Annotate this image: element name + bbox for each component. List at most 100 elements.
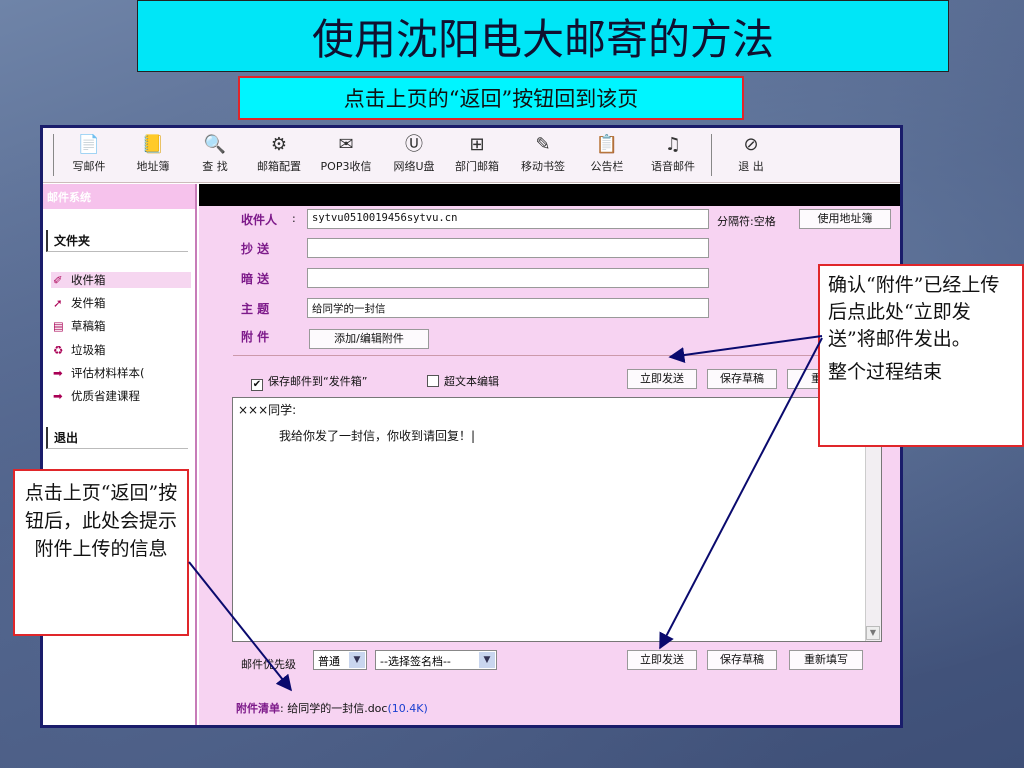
toolbar-pop3[interactable]: ✉ POP3收信 (315, 132, 377, 180)
toolbar-bulletin[interactable]: 📋 公告栏 (585, 132, 629, 180)
toolbar-label: 语音邮件 (651, 160, 695, 173)
attachment-list-label: 附件清单 (236, 702, 280, 715)
bookmark-icon: ✎ (535, 134, 551, 155)
subject-field[interactable]: 给同学的一封信 (307, 298, 709, 318)
send-now-button-top[interactable]: 立即发送 (627, 369, 697, 389)
sidebar-item-inbox[interactable]: ✐ 收件箱 (51, 272, 191, 288)
body-greeting: ×××同学: (238, 403, 297, 417)
toolbar-label: 移动书签 (521, 160, 565, 173)
priority-value: 普通 (318, 655, 340, 668)
toolbar-divider (53, 134, 54, 176)
attachment-file-name[interactable]: 给同学的一封信.doc (287, 702, 387, 715)
slide-subtitle: 点击上页的“返回”按钮回到该页 (238, 76, 744, 120)
sidebar-item-label: 优质省建课程 (71, 389, 140, 403)
config-icon: ⚙ (270, 134, 288, 155)
rich-text-option[interactable]: 超文本编辑 (427, 373, 499, 389)
toolbar-label: 查 找 (202, 160, 228, 173)
cc-label: 抄 送 (241, 242, 270, 256)
save-draft-button-bottom[interactable]: 保存草稿 (707, 650, 777, 670)
rich-text-checkbox[interactable] (427, 375, 439, 387)
attachment-list: 附件清单: 给同学的一封信.doc(10.4K) (236, 702, 428, 715)
toolbar-write-mail[interactable]: 📄 写邮件 (67, 132, 111, 180)
callout-finish-text: 整个过程结束 (828, 361, 943, 383)
save-to-outbox-option[interactable]: ✔ 保存邮件到“发件箱” (251, 373, 367, 391)
sidebar-logout[interactable]: 退出 (46, 427, 188, 449)
exit-icon: ⊘ (743, 134, 759, 155)
callout-send-instruction: 确认“附件”已经上传后点此处“立即发送”将邮件发出。 整个过程结束 (818, 264, 1024, 447)
signature-value: --选择签名档-- (380, 655, 451, 668)
sidebar-item-trash[interactable]: ♻ 垃圾箱 (53, 342, 106, 358)
to-label: 收件人 (241, 213, 278, 227)
save-draft-button-top[interactable]: 保存草稿 (707, 369, 777, 389)
save-to-outbox-label: 保存邮件到“发件箱” (268, 375, 368, 388)
drafts-icon: ▤ (53, 319, 64, 333)
toolbar: 📄 写邮件 📒 地址簿 🔍 查 找 ⚙ 邮箱配置 ✉ POP3收信 Ⓤ 网络U盘… (43, 128, 900, 183)
attachment-file-size: (10.4K) (387, 702, 428, 715)
bcc-field[interactable] (307, 268, 709, 288)
save-to-outbox-checkbox[interactable]: ✔ (251, 379, 263, 391)
outbox-icon: ➚ (53, 296, 63, 310)
search-icon: 🔍 (203, 134, 227, 155)
body-text: 我给你发了一封信，你收到请回复！| (279, 429, 476, 443)
slide-title: 使用沈阳电大邮寄的方法 (137, 0, 949, 72)
sidebar-item-drafts[interactable]: ▤ 草稿箱 (53, 318, 106, 334)
separator-hint: 分隔符:空格 (717, 215, 776, 228)
toolbar-bookmark[interactable]: ✎ 移动书签 (515, 132, 571, 180)
trash-icon: ♻ (53, 343, 64, 357)
attachment-label: 附 件 (241, 330, 270, 344)
divider (233, 355, 881, 356)
rich-text-label: 超文本编辑 (444, 375, 499, 388)
use-address-book-button[interactable]: 使用地址簿 (799, 209, 891, 229)
callout-send-text: 确认“附件”已经上传后点此处“立即发送”将邮件发出。 (828, 274, 1000, 350)
label-colon: : (292, 212, 296, 225)
toolbar-voice-mail[interactable]: ♫ 语音邮件 (645, 132, 701, 180)
inbox-icon: ✐ (53, 273, 63, 287)
arrow-right-icon: ➡ (53, 366, 63, 380)
send-now-button-bottom[interactable]: 立即发送 (627, 650, 697, 670)
sidebar-item-label: 草稿箱 (71, 319, 106, 333)
toolbar-label: 公告栏 (590, 160, 624, 173)
netdisk-icon: Ⓤ (405, 134, 423, 155)
to-field[interactable]: sytvu0510019456sytvu.cn (307, 209, 709, 229)
toolbar-mail-config[interactable]: ⚙ 邮箱配置 (251, 132, 307, 180)
sidebar-item-outbox[interactable]: ➚ 发件箱 (53, 295, 106, 311)
toolbar-label: 部门邮箱 (455, 160, 499, 173)
address-book-icon: 📒 (141, 134, 165, 155)
rewrite-button-bottom[interactable]: 重新填写 (789, 650, 863, 670)
sidebar-item-quality-courses[interactable]: ➡ 优质省建课程 (53, 388, 140, 404)
subject-label: 主 题 (241, 302, 270, 316)
bulletin-icon: 📋 (595, 134, 619, 155)
message-body-editor[interactable]: ×××同学: 我给你发了一封信，你收到请回复！| ▼ (232, 397, 882, 642)
sidebar-item-eval-samples[interactable]: ➡ 评估材料样本( (53, 365, 145, 381)
write-mail-icon: 📄 (77, 134, 101, 155)
add-edit-attachment-button[interactable]: 添加/编辑附件 (309, 329, 429, 349)
arrow-right-icon: ➡ (53, 389, 63, 403)
toolbar-search[interactable]: 🔍 查 找 (195, 132, 235, 180)
toolbar-exit[interactable]: ⊘ 退 出 (731, 132, 771, 180)
scroll-down-icon[interactable]: ▼ (866, 626, 880, 640)
sidebar-folders-title: 文件夹 (46, 230, 188, 252)
bcc-label: 暗 送 (241, 272, 270, 286)
toolbar-dept-mail[interactable]: ⊞ 部门邮箱 (449, 132, 505, 180)
compose-header-bar (199, 184, 900, 206)
priority-select[interactable]: 普通 ▼ (313, 650, 367, 670)
toolbar-label: 网络U盘 (393, 160, 435, 173)
sidebar-item-label: 评估材料样本( (71, 366, 145, 380)
toolbar-label: 退 出 (738, 160, 764, 173)
toolbar-netdisk[interactable]: Ⓤ 网络U盘 (387, 132, 441, 180)
pop3-icon: ✉ (338, 134, 354, 155)
toolbar-label: POP3收信 (320, 160, 372, 173)
toolbar-address-book[interactable]: 📒 地址簿 (131, 132, 175, 180)
toolbar-label: 地址簿 (136, 160, 170, 173)
signature-select[interactable]: --选择签名档-- ▼ (375, 650, 497, 670)
priority-label: 邮件优先级 (241, 658, 296, 671)
sidebar-item-label: 垃圾箱 (71, 343, 106, 357)
dept-mail-icon: ⊞ (469, 134, 485, 155)
toolbar-label: 写邮件 (72, 160, 106, 173)
sidebar: 邮件系统 文件夹 ✐ 收件箱 ➚ 发件箱 ▤ 草稿箱 ♻ 垃圾箱 ➡ 评估材料样本( ➡ 优… (43, 184, 197, 725)
chevron-down-icon: ▼ (479, 652, 495, 668)
chevron-down-icon: ▼ (349, 652, 365, 668)
toolbar-divider (711, 134, 712, 176)
callout-attachment-info: 点击上页“返回”按钮后，此处会提示附件上传的信息 (13, 469, 189, 636)
cc-field[interactable] (307, 238, 709, 258)
